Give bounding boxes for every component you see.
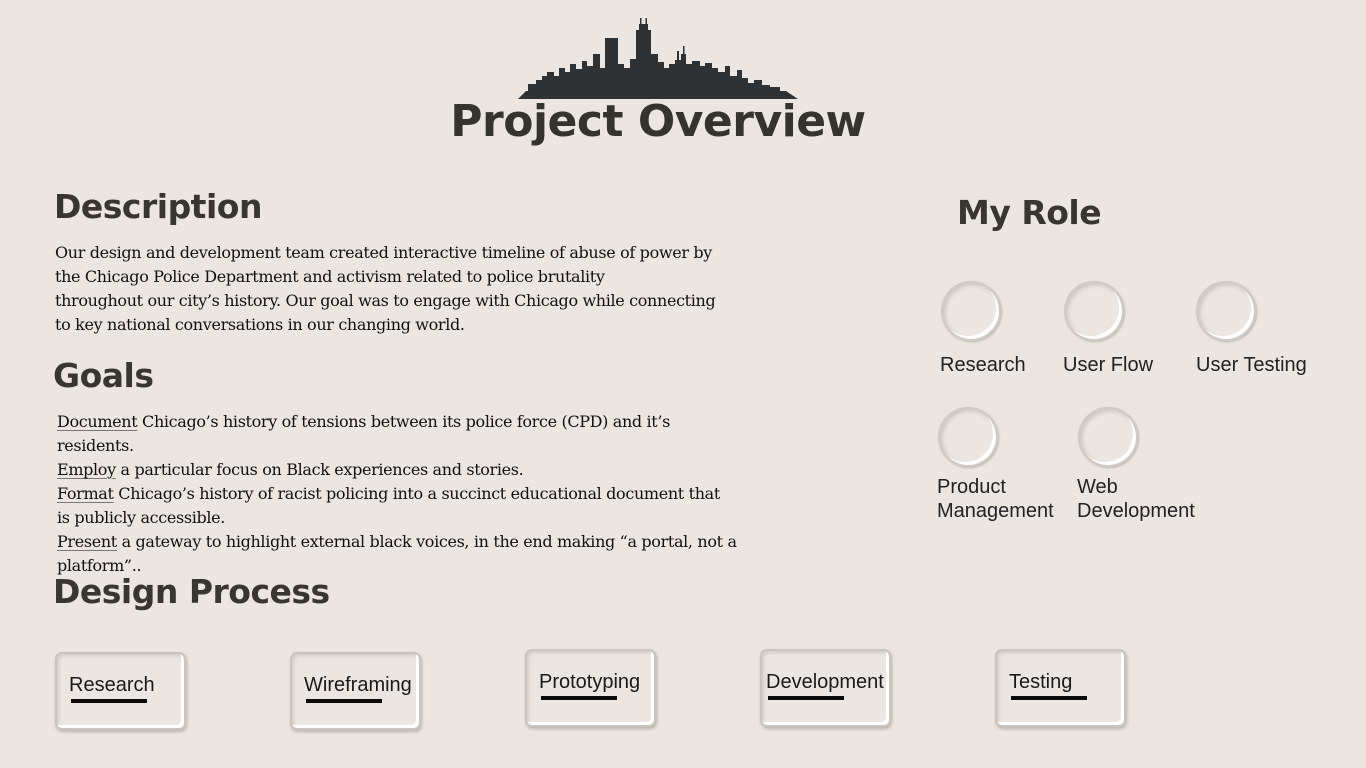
process-underline — [541, 696, 617, 700]
process-label: Development — [766, 671, 884, 693]
role-label: Web Development — [1077, 476, 1195, 522]
description-line: the Chicago Police Department and activi… — [55, 267, 605, 286]
role-circle[interactable] — [941, 281, 1001, 341]
role-label: User Testing — [1196, 354, 1307, 376]
goal-verb: Format — [57, 484, 114, 503]
goal-text: Chicago’s history of tensions between it… — [57, 412, 670, 455]
page-title: Project Overview — [450, 96, 866, 147]
goal-text: a gateway to highlight external black vo… — [57, 532, 737, 575]
goal-verb: Present — [57, 532, 117, 551]
description-line: throughout our city’s history. Our goal … — [55, 291, 716, 310]
goal-item: Employ a particular focus on Black exper… — [57, 458, 737, 482]
description-heading: Description — [54, 187, 262, 226]
chicago-skyline-icon — [518, 18, 798, 99]
role-item-web-development[interactable]: Web Development — [1077, 407, 1217, 523]
role-circle[interactable] — [1078, 407, 1138, 467]
description-line: Our design and development team created … — [55, 243, 712, 262]
role-item-user-testing[interactable]: User Testing — [1196, 281, 1336, 377]
description-text: Our design and development team created … — [55, 241, 716, 337]
role-item-research[interactable]: Research — [940, 281, 1080, 377]
role-circle[interactable] — [938, 407, 998, 467]
role-label: Research — [940, 354, 1026, 376]
goal-verb: Employ — [57, 460, 116, 479]
process-step-development[interactable]: Development — [760, 649, 891, 727]
my-role-heading: My Role — [957, 193, 1102, 232]
design-process-heading: Design Process — [53, 572, 330, 611]
goal-item: Format Chicago’s history of racist polic… — [57, 482, 737, 530]
process-step-prototyping[interactable]: Prototyping — [525, 649, 656, 727]
goal-verb: Document — [57, 412, 138, 431]
goals-list: Document Chicago’s history of tensions b… — [57, 410, 737, 578]
process-underline — [71, 699, 147, 703]
process-underline — [306, 699, 382, 703]
role-label: User Flow — [1063, 354, 1154, 376]
role-circle[interactable] — [1064, 281, 1124, 341]
goal-item: Document Chicago’s history of tensions b… — [57, 410, 737, 458]
process-label: Wireframing — [304, 674, 412, 696]
description-line: to key national conversations in our cha… — [55, 315, 465, 334]
role-item-product-management[interactable]: Product Management — [937, 407, 1077, 523]
goal-text: Chicago’s history of racist policing int… — [57, 484, 720, 527]
process-step-testing[interactable]: Testing — [995, 649, 1126, 727]
goal-text: a particular focus on Black experiences … — [115, 460, 524, 479]
process-step-research[interactable]: Research — [55, 652, 186, 730]
process-underline — [768, 696, 844, 700]
process-underline — [1011, 696, 1087, 700]
role-label: Product Management — [937, 476, 1054, 522]
process-label: Prototyping — [539, 671, 641, 693]
goals-heading: Goals — [53, 356, 154, 395]
process-label: Research — [69, 674, 155, 696]
role-circle[interactable] — [1196, 281, 1256, 341]
process-label: Testing — [1009, 671, 1073, 693]
process-step-wireframing[interactable]: Wireframing — [290, 652, 421, 730]
goal-item: Present a gateway to highlight external … — [57, 530, 737, 578]
role-item-user-flow[interactable]: User Flow — [1063, 281, 1203, 377]
